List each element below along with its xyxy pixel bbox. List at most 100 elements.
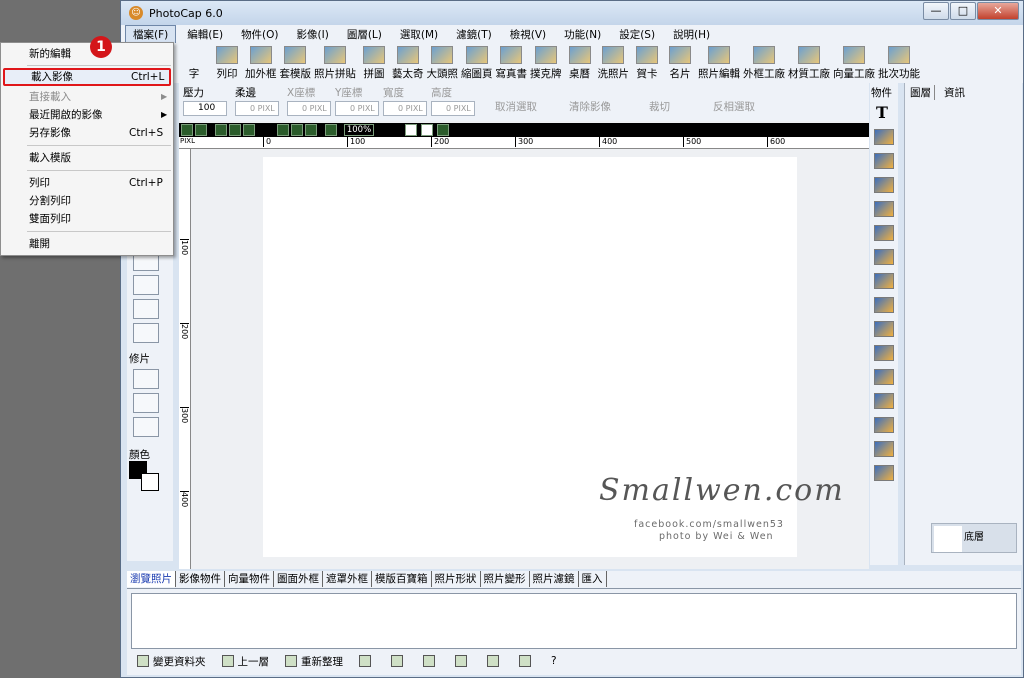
tab-template-box[interactable]: 模版百寶箱: [372, 571, 432, 587]
redo-icon[interactable]: [195, 124, 207, 136]
tab-photo-filters[interactable]: 照片濾鏡: [530, 571, 579, 587]
star-icon[interactable]: [874, 441, 894, 457]
toolbar-frame-factory-button[interactable]: 外框工廠: [743, 43, 785, 83]
view-eye-button[interactable]: [359, 655, 375, 667]
tab-photo-warp[interactable]: 照片變形: [481, 571, 530, 587]
menu-item-save-image[interactable]: 另存影像 Ctrl+S: [3, 124, 171, 142]
toolbar-print-photo-button[interactable]: 洗照片: [598, 43, 629, 83]
undo-icon[interactable]: [181, 124, 193, 136]
gradient-tool-button[interactable]: [133, 275, 159, 295]
toolbar-batch-button[interactable]: 批次功能: [878, 43, 920, 83]
redeye-tool-button[interactable]: [133, 369, 159, 389]
menu-item-split-print[interactable]: 分割列印: [3, 192, 171, 210]
background-color-swatch[interactable]: [141, 473, 159, 491]
clone-tool-button[interactable]: [133, 417, 159, 437]
speech-bubble-icon[interactable]: [874, 369, 894, 385]
image-object-icon[interactable]: [874, 177, 894, 193]
menu-item-duplex-print[interactable]: 雙面列印: [3, 210, 171, 228]
toolbar-montage-button[interactable]: 藝太奇: [392, 43, 424, 83]
eyedropper-tool-button[interactable]: [133, 299, 159, 319]
close-button[interactable]: ✕: [977, 2, 1019, 20]
layers-object-icon[interactable]: [874, 225, 894, 241]
pointer-tool-icon[interactable]: [405, 124, 417, 136]
arrows-icon[interactable]: [874, 393, 894, 409]
menu-item-recent-images[interactable]: 最近開啟的影像 ▶: [3, 106, 171, 124]
menu-help[interactable]: 說明(H): [666, 26, 717, 43]
base-layer-item[interactable]: 底層: [931, 523, 1017, 553]
abc-text-icon[interactable]: [874, 129, 894, 145]
menu-object[interactable]: 物件(O): [234, 26, 285, 43]
refresh-button[interactable]: 重新整理: [285, 654, 343, 669]
copy-icon[interactable]: [215, 124, 227, 136]
menu-item-new-edit[interactable]: 新的編輯: [3, 45, 171, 63]
up-level-button[interactable]: 上一層: [221, 654, 269, 669]
zoom-out-icon[interactable]: [291, 124, 303, 136]
view-mode-2-button[interactable]: [487, 655, 503, 667]
sort-up-button[interactable]: [391, 655, 407, 667]
x-input[interactable]: 0 PIXL: [287, 101, 331, 116]
menu-view[interactable]: 檢視(V): [503, 26, 553, 43]
toolbar-business-card-button[interactable]: 名片: [665, 43, 695, 83]
tab-picture-frames[interactable]: 圖面外框: [274, 571, 323, 587]
crop-button[interactable]: 裁切: [649, 99, 670, 114]
view-mode-1-button[interactable]: [455, 655, 471, 667]
sunset-image-icon[interactable]: [874, 201, 894, 217]
toolbar-vector-factory-button[interactable]: 向量工廠: [833, 43, 875, 83]
menu-file[interactable]: 檔案(F): [125, 24, 177, 44]
cut-icon[interactable]: [229, 124, 241, 136]
y-input[interactable]: 0 PIXL: [335, 101, 379, 116]
magnifier-icon[interactable]: [874, 249, 894, 265]
abc-circle-icon[interactable]: [874, 153, 894, 169]
menu-item-print[interactable]: 列印 Ctrl+P: [3, 174, 171, 192]
maximize-button[interactable]: □: [950, 2, 976, 20]
select-tool-icon[interactable]: [437, 124, 449, 136]
menu-filter[interactable]: 濾鏡(T): [449, 26, 499, 43]
menu-item-exit[interactable]: 離開: [3, 235, 171, 253]
zoom-in-icon[interactable]: [277, 124, 289, 136]
tab-import[interactable]: 匯入: [579, 571, 607, 587]
tab-image-objects[interactable]: 影像物件: [176, 571, 225, 587]
cancel-selection-button[interactable]: 取消選取: [495, 99, 537, 114]
cake-icon[interactable]: [874, 321, 894, 337]
width-input[interactable]: 0 PIXL: [383, 101, 427, 116]
brush-tool-button[interactable]: [133, 393, 159, 413]
change-folder-button[interactable]: 變更資料夾: [137, 654, 206, 669]
toolbar-print-button[interactable]: 列印: [212, 43, 242, 83]
height-input[interactable]: 0 PIXL: [431, 101, 475, 116]
clock-icon[interactable]: [874, 273, 894, 289]
sort-down-button[interactable]: [423, 655, 439, 667]
actual-size-icon[interactable]: [325, 124, 337, 136]
exif-icon[interactable]: [874, 297, 894, 313]
menu-settings[interactable]: 設定(S): [612, 26, 662, 43]
menu-image[interactable]: 影像(I): [290, 26, 336, 43]
toolbar-thumbnail-page-button[interactable]: 縮圖頁: [461, 43, 493, 83]
toolbar-puzzle-button[interactable]: 拼圖: [359, 43, 389, 83]
toolbar-photo-book-button[interactable]: 寫真書: [496, 43, 527, 83]
toolbar-poker-card-button[interactable]: 撲克牌: [530, 43, 562, 83]
toolbar-add-frame-button[interactable]: 加外框: [245, 43, 277, 83]
toolbar-photo-edit-button[interactable]: 照片編輯: [698, 43, 740, 83]
tab-browse-photos[interactable]: 瀏覽照片: [127, 571, 176, 587]
photo-browser-area[interactable]: [131, 593, 1017, 649]
tab-info[interactable]: 資訊: [941, 85, 968, 100]
fit-window-icon[interactable]: [305, 124, 317, 136]
hand-tool-icon[interactable]: [421, 124, 433, 136]
text-object-icon[interactable]: T: [876, 103, 888, 122]
toolbar-greeting-card-button[interactable]: 賀卡: [632, 43, 662, 83]
menu-select[interactable]: 選取(M): [393, 26, 445, 43]
toolbar-template-button[interactable]: 套模版: [280, 43, 311, 83]
invert-selection-button[interactable]: 反相選取: [713, 99, 755, 114]
menu-item-load-template[interactable]: 載入模版: [3, 149, 171, 167]
calendar-object-icon[interactable]: [874, 345, 894, 361]
toolbar-text-button[interactable]: 字: [179, 43, 209, 83]
toolbar-id-photo-button[interactable]: 大頭照: [427, 43, 458, 83]
help-button[interactable]: ?: [551, 655, 557, 667]
pressure-input[interactable]: 100: [183, 101, 227, 116]
tab-photo-shapes[interactable]: 照片形狀: [432, 571, 481, 587]
clear-image-button[interactable]: 清除影像: [569, 99, 611, 114]
menu-edit[interactable]: 編輯(E): [180, 26, 230, 43]
menu-item-load-image[interactable]: 載入影像 Ctrl+L: [3, 68, 171, 86]
tab-layers[interactable]: 圖層: [907, 85, 935, 100]
arrow-shape-icon[interactable]: [874, 417, 894, 433]
menu-layer[interactable]: 圖層(L): [340, 26, 389, 43]
